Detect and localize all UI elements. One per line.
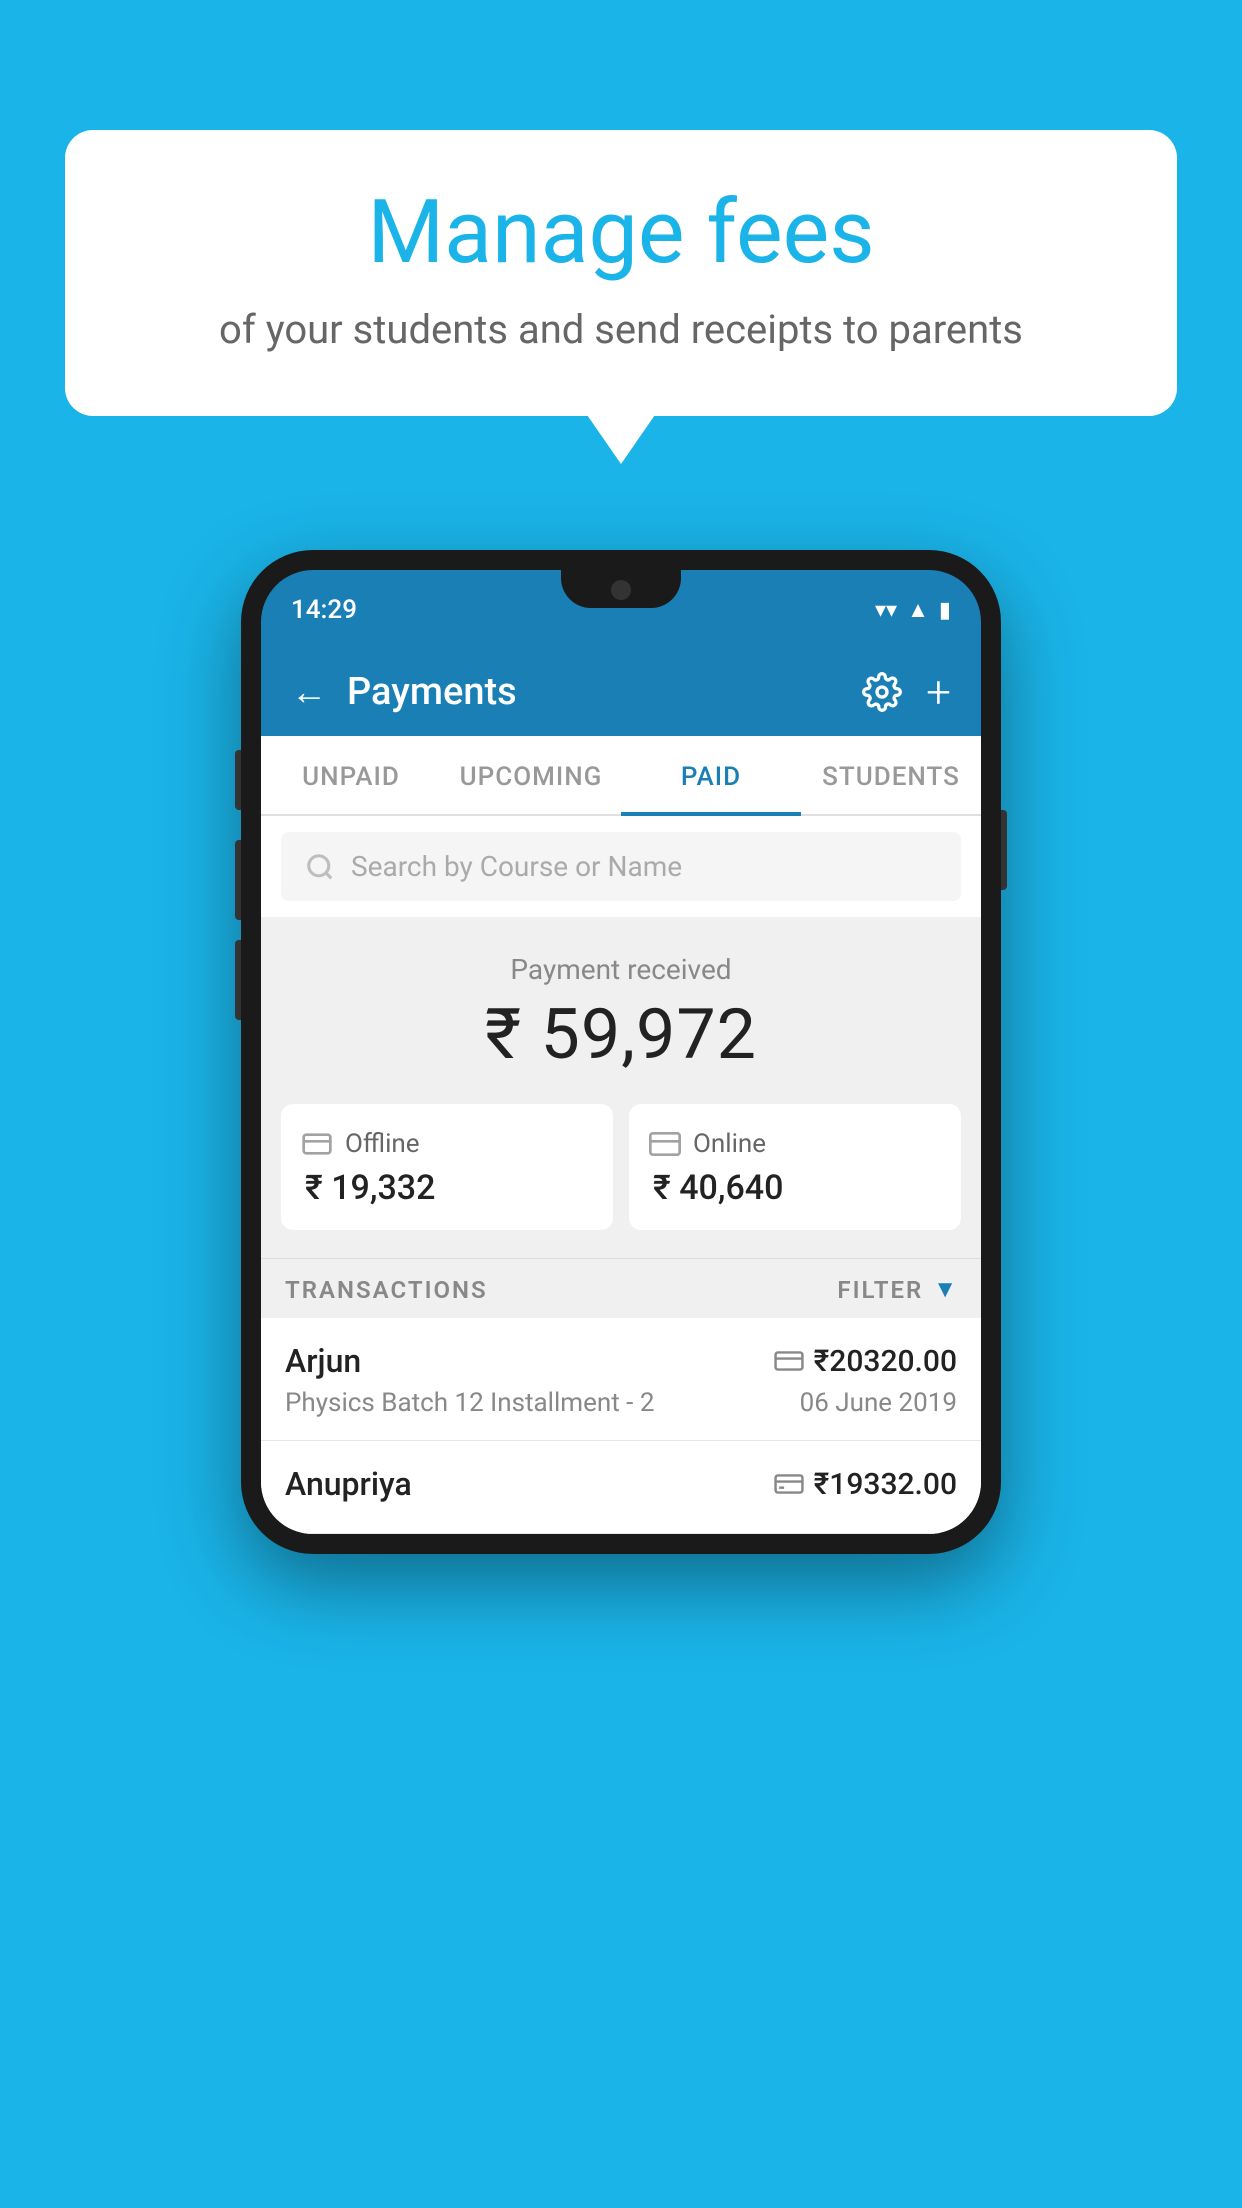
speech-bubble-title: Manage fees <box>125 185 1117 282</box>
offline-payment-card: Offline ₹ 19,332 <box>281 1104 613 1230</box>
card-payment-icon <box>774 1350 804 1372</box>
transaction-top: Arjun ₹20320.00 <box>285 1342 957 1380</box>
phone-mockup: 14:29 ▾▾ ▲ ▮ ← Payments + <box>241 550 1001 1554</box>
online-payment-card: Online ₹ 40,640 <box>629 1104 961 1230</box>
header-left: ← Payments <box>291 670 517 714</box>
tabs-container: UNPAID UPCOMING PAID STUDENTS <box>261 736 981 816</box>
speech-bubble-container: Manage fees of your students and send re… <box>65 130 1177 416</box>
transaction-amount-row: ₹20320.00 <box>774 1344 957 1379</box>
search-icon <box>305 852 335 882</box>
battery-icon: ▮ <box>939 598 951 623</box>
transaction-top: Anupriya ₹19332.00 <box>285 1465 957 1503</box>
transaction-date: 06 June 2019 <box>800 1388 957 1418</box>
front-camera <box>611 580 631 600</box>
tab-students[interactable]: STUDENTS <box>801 736 981 814</box>
app-screen: ← Payments + UNPAID UPCOMING PAID STUDEN… <box>261 650 981 1534</box>
offline-card-label-row: Offline <box>301 1128 593 1160</box>
search-bar[interactable]: Search by Course or Name <box>281 832 961 901</box>
transaction-amount: ₹19332.00 <box>814 1467 957 1502</box>
online-card-label-row: Online <box>649 1128 941 1160</box>
transaction-row[interactable]: Arjun ₹20320.00 Physics Batch 12 Install… <box>261 1318 981 1441</box>
transaction-amount: ₹20320.00 <box>814 1344 957 1379</box>
signal-icon: ▲ <box>907 597 929 623</box>
offline-amount: ₹ 19,332 <box>301 1168 593 1208</box>
offline-icon <box>301 1128 333 1160</box>
status-icons: ▾▾ ▲ ▮ <box>875 597 951 623</box>
transactions-header: TRANSACTIONS FILTER ▼ <box>261 1258 981 1318</box>
online-amount: ₹ 40,640 <box>649 1168 941 1208</box>
speech-bubble: Manage fees of your students and send re… <box>65 130 1177 416</box>
filter-label: FILTER <box>837 1276 923 1304</box>
transaction-amount-row: ₹19332.00 <box>774 1467 957 1502</box>
payment-received-label: Payment received <box>281 953 961 986</box>
offline-label: Offline <box>345 1129 420 1159</box>
payment-total-amount: ₹ 59,972 <box>281 994 961 1076</box>
offline-payment-icon <box>774 1473 804 1495</box>
phone-body: 14:29 ▾▾ ▲ ▮ ← Payments + <box>241 550 1001 1554</box>
tab-unpaid[interactable]: UNPAID <box>261 736 441 814</box>
transaction-bottom: Physics Batch 12 Installment - 2 06 June… <box>285 1388 957 1418</box>
online-icon <box>649 1128 681 1160</box>
app-header: ← Payments + <box>261 650 981 736</box>
tab-paid[interactable]: PAID <box>621 736 801 814</box>
settings-icon[interactable] <box>862 672 902 712</box>
page-title: Payments <box>347 670 517 714</box>
phone-mute-button <box>235 750 241 810</box>
filter-row[interactable]: FILTER ▼ <box>837 1275 957 1304</box>
phone-volume-down-button <box>235 940 241 1020</box>
status-time: 14:29 <box>291 595 357 625</box>
header-right: + <box>862 670 951 714</box>
status-bar: 14:29 ▾▾ ▲ ▮ <box>261 570 981 650</box>
tab-upcoming[interactable]: UPCOMING <box>441 736 621 814</box>
transaction-row[interactable]: Anupriya ₹19332.00 <box>261 1441 981 1534</box>
speech-bubble-subtitle: of your students and send receipts to pa… <box>125 304 1117 356</box>
filter-icon[interactable]: ▼ <box>933 1275 957 1304</box>
online-label: Online <box>693 1129 766 1159</box>
payment-summary: Payment received ₹ 59,972 <box>261 917 981 1104</box>
add-button[interactable]: + <box>926 670 951 714</box>
transaction-name: Arjun <box>285 1342 361 1380</box>
wifi-icon: ▾▾ <box>875 598 897 623</box>
search-container: Search by Course or Name <box>261 816 981 917</box>
phone-power-button <box>1001 810 1007 890</box>
phone-volume-up-button <box>235 840 241 920</box>
transaction-name: Anupriya <box>285 1465 412 1503</box>
search-input[interactable]: Search by Course or Name <box>351 850 682 883</box>
back-button[interactable]: ← <box>291 674 327 710</box>
payment-cards: Offline ₹ 19,332 Online ₹ 40,640 <box>261 1104 981 1258</box>
transactions-label: TRANSACTIONS <box>285 1276 488 1304</box>
transaction-detail: Physics Batch 12 Installment - 2 <box>285 1388 654 1418</box>
phone-notch <box>561 570 681 608</box>
